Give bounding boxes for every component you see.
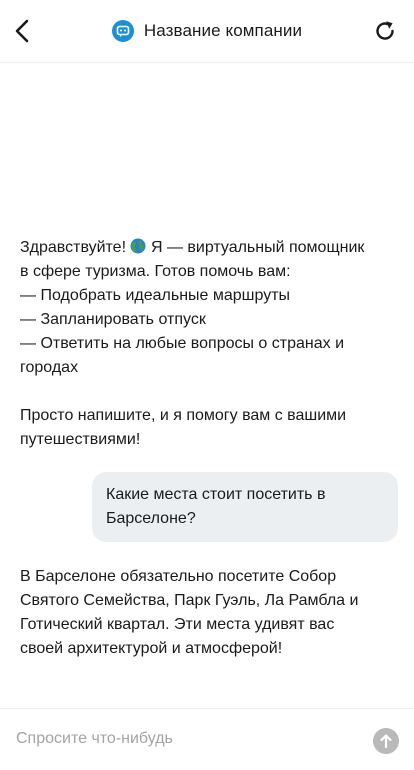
message-composer [0,708,414,770]
message-input[interactable] [16,723,356,755]
bot-message-greeting: Здравствуйте! Я — виртуальный помощник в… [20,236,380,452]
send-button[interactable] [373,728,399,754]
greeting-line-7: Просто напишите, и я помогу вам с вашими [20,407,347,424]
greeting-line-5: — Ответить на любые вопросы о странах и [20,335,345,352]
message-list[interactable]: Здравствуйте! Я — виртуальный помощник в… [0,63,414,708]
chat-screen: Название компании Здравствуйте! Я — вирт… [0,0,414,770]
answer-line-2: Святого Семейства, Парк Гуэль, Ла Рамбла… [20,592,359,609]
greeting-line-8: путешествиями! [20,431,141,448]
user-message-bubble: Какие места стоит посетить в Барселоне? [92,472,398,542]
greeting-line-6: городах [20,359,79,376]
answer-line-1: В Барселоне обязательно посетите Собор [20,568,337,585]
answer-line-4: своей архитектурой и атмосферой! [20,640,283,657]
header-title-group: Название компании [0,18,414,44]
answer-line-3: Готический квартал. Эти места удивят вас [20,616,335,633]
refresh-button[interactable] [372,18,398,44]
greeting-hello-text: Здравствуйте! [20,239,127,256]
greeting-line-4: — Запланировать отпуск [20,311,206,328]
company-title: Название компании [143,21,303,40]
refresh-icon [376,21,394,40]
user-message-line-2: Барселоне? [106,510,196,527]
arrow-up-icon [380,734,392,749]
header-bar: Название компании [0,0,414,63]
greeting-intro-text: Я — виртуальный помощник [150,239,365,256]
user-message-line-1: Какие места стоит посетить в [106,486,326,503]
chat-bot-icon [111,20,134,42]
greeting-line-2: в сфере туризма. Готов помочь вам: [20,263,291,280]
bot-message-answer: В Барселоне обязательно посетите Собор С… [20,565,380,661]
greeting-line-1: Здравствуйте! Я — виртуальный помощник [20,236,380,260]
greeting-line-3: — Подобрать идеальные маршруты [20,287,291,304]
globe-icon [130,238,146,254]
